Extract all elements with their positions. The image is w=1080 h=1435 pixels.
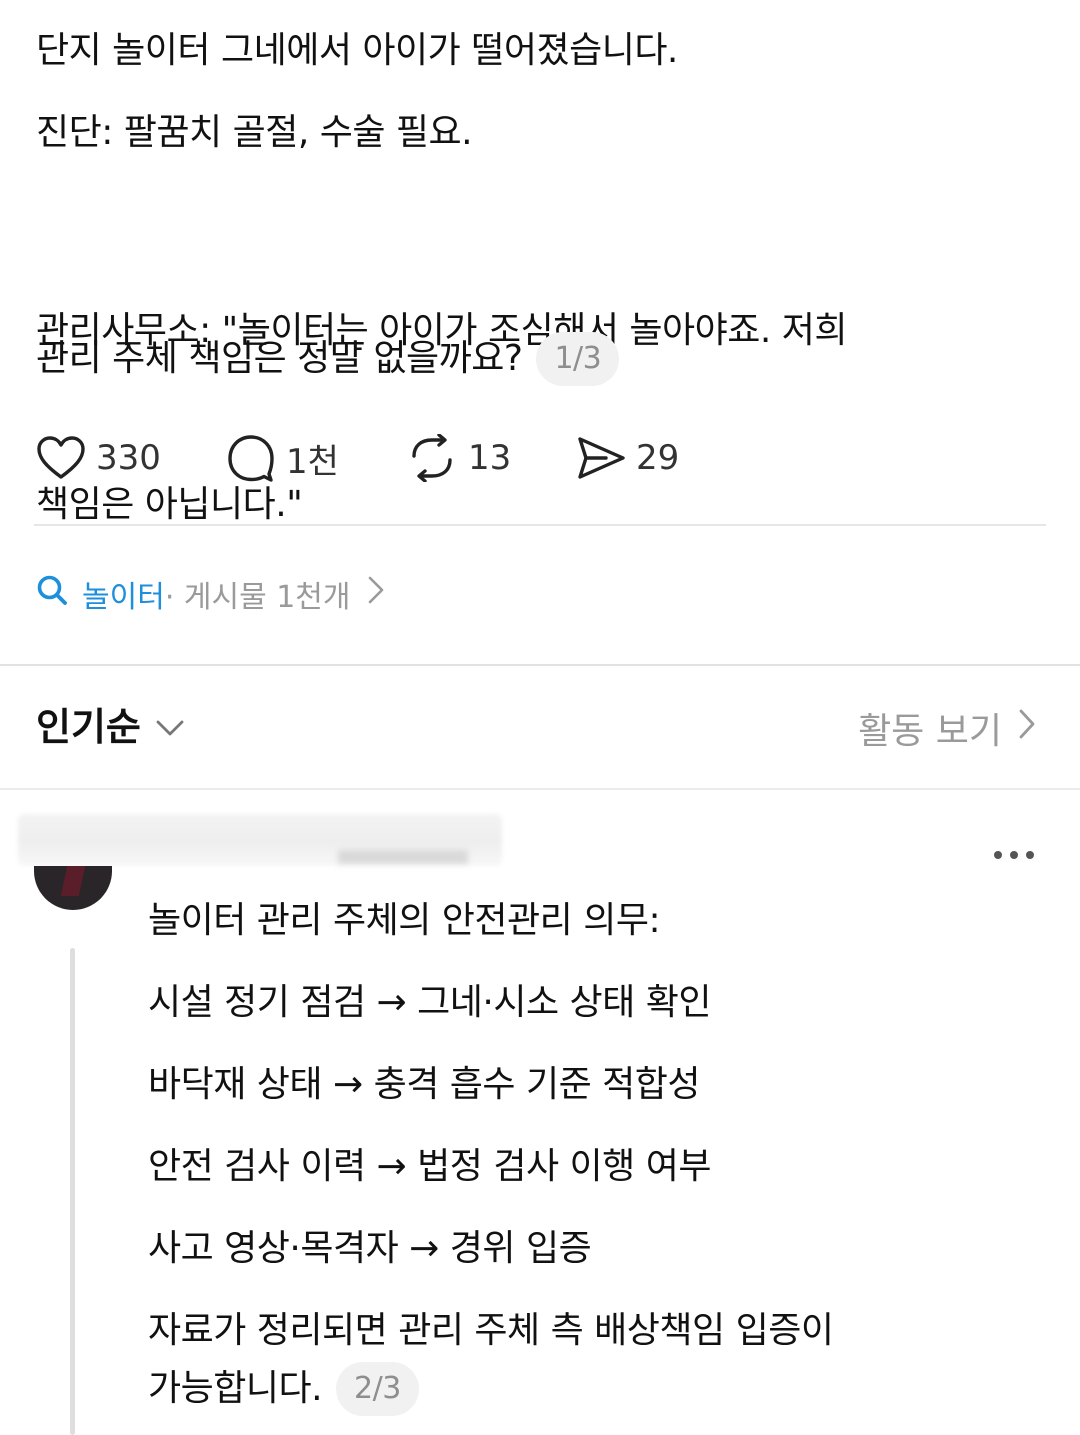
share-count: 29 [636,438,680,478]
page-indicator-badge[interactable]: 1/3 [536,332,620,386]
reply-count: 1천 [286,441,339,482]
reply-text-line: 시설 정기 점검 → 그네·시소 상태 확인 [148,982,711,1023]
reply-text-line: 안전 검사 이력 → 법정 검사 이행 여부 [148,1146,711,1187]
section-divider [0,664,1080,666]
speech-bubble-icon [226,433,276,483]
sort-label: 인기순 [36,705,141,749]
reply-text-last-line: 가능합니다. 2/3 [148,1360,419,1418]
topic-post-count: · 게시물 1천개 [164,580,351,615]
chevron-right-icon [1002,708,1036,749]
topic-link[interactable]: 놀이터 · 게시물 1천개 [36,572,385,616]
post-text-line: 진단: 팔꿈치 골절, 수술 필요. [36,112,473,153]
sort-dropdown[interactable]: 인기순 [36,696,185,751]
avatar[interactable] [34,866,112,910]
like-button[interactable]: 330 [36,435,226,481]
send-paper-plane-icon [576,435,626,481]
chevron-down-icon [141,702,185,746]
more-options-button[interactable] [988,838,1042,872]
post-text-line: 단지 놀이터 그네에서 아이가 떨어졌습니다. [36,30,678,71]
view-activity-link[interactable]: 활동 보기 [858,702,1036,754]
replies-sort-bar: 인기순 활동 보기 [36,696,1036,760]
post-text-line: 관리 주체 책임은 정말 없을까요? [36,338,523,379]
thread-connector-line [70,948,75,1435]
share-button[interactable]: 29 [576,435,696,481]
section-divider [0,788,1080,790]
post-text-question: 관리 주체 책임은 정말 없을까요? 1/3 [36,330,620,388]
reply-button[interactable]: 1천 [226,433,406,483]
repost-arrows-icon [406,434,458,482]
chevron-right-icon [367,575,385,613]
post-action-bar: 330 1천 13 29 [36,430,696,486]
heart-icon [36,435,86,481]
reply-text-line: 바닥재 상태 → 충격 흡수 기준 적합성 [148,1064,701,1105]
search-icon [36,574,68,614]
topic-name: 놀이터 [82,580,165,615]
page-indicator-badge[interactable]: 2/3 [336,1362,419,1416]
reply-text-line: 가능합니다. [148,1368,323,1409]
view-activity-label: 활동 보기 [858,711,1002,752]
reply-text-line: 사고 영상·목격자 → 경위 입증 [148,1228,592,1269]
repost-count: 13 [468,438,512,478]
divider [34,524,1046,526]
repost-button[interactable]: 13 [406,434,576,482]
redacted-reply-author-header [18,814,502,866]
like-count: 330 [96,438,161,478]
reply-text-line: 자료가 정리되면 관리 주체 측 배상책임 입증이 [148,1310,834,1351]
reply-text-line: 놀이터 관리 주체의 안전관리 의무: [148,900,661,941]
more-dots-icon [988,851,1042,876]
